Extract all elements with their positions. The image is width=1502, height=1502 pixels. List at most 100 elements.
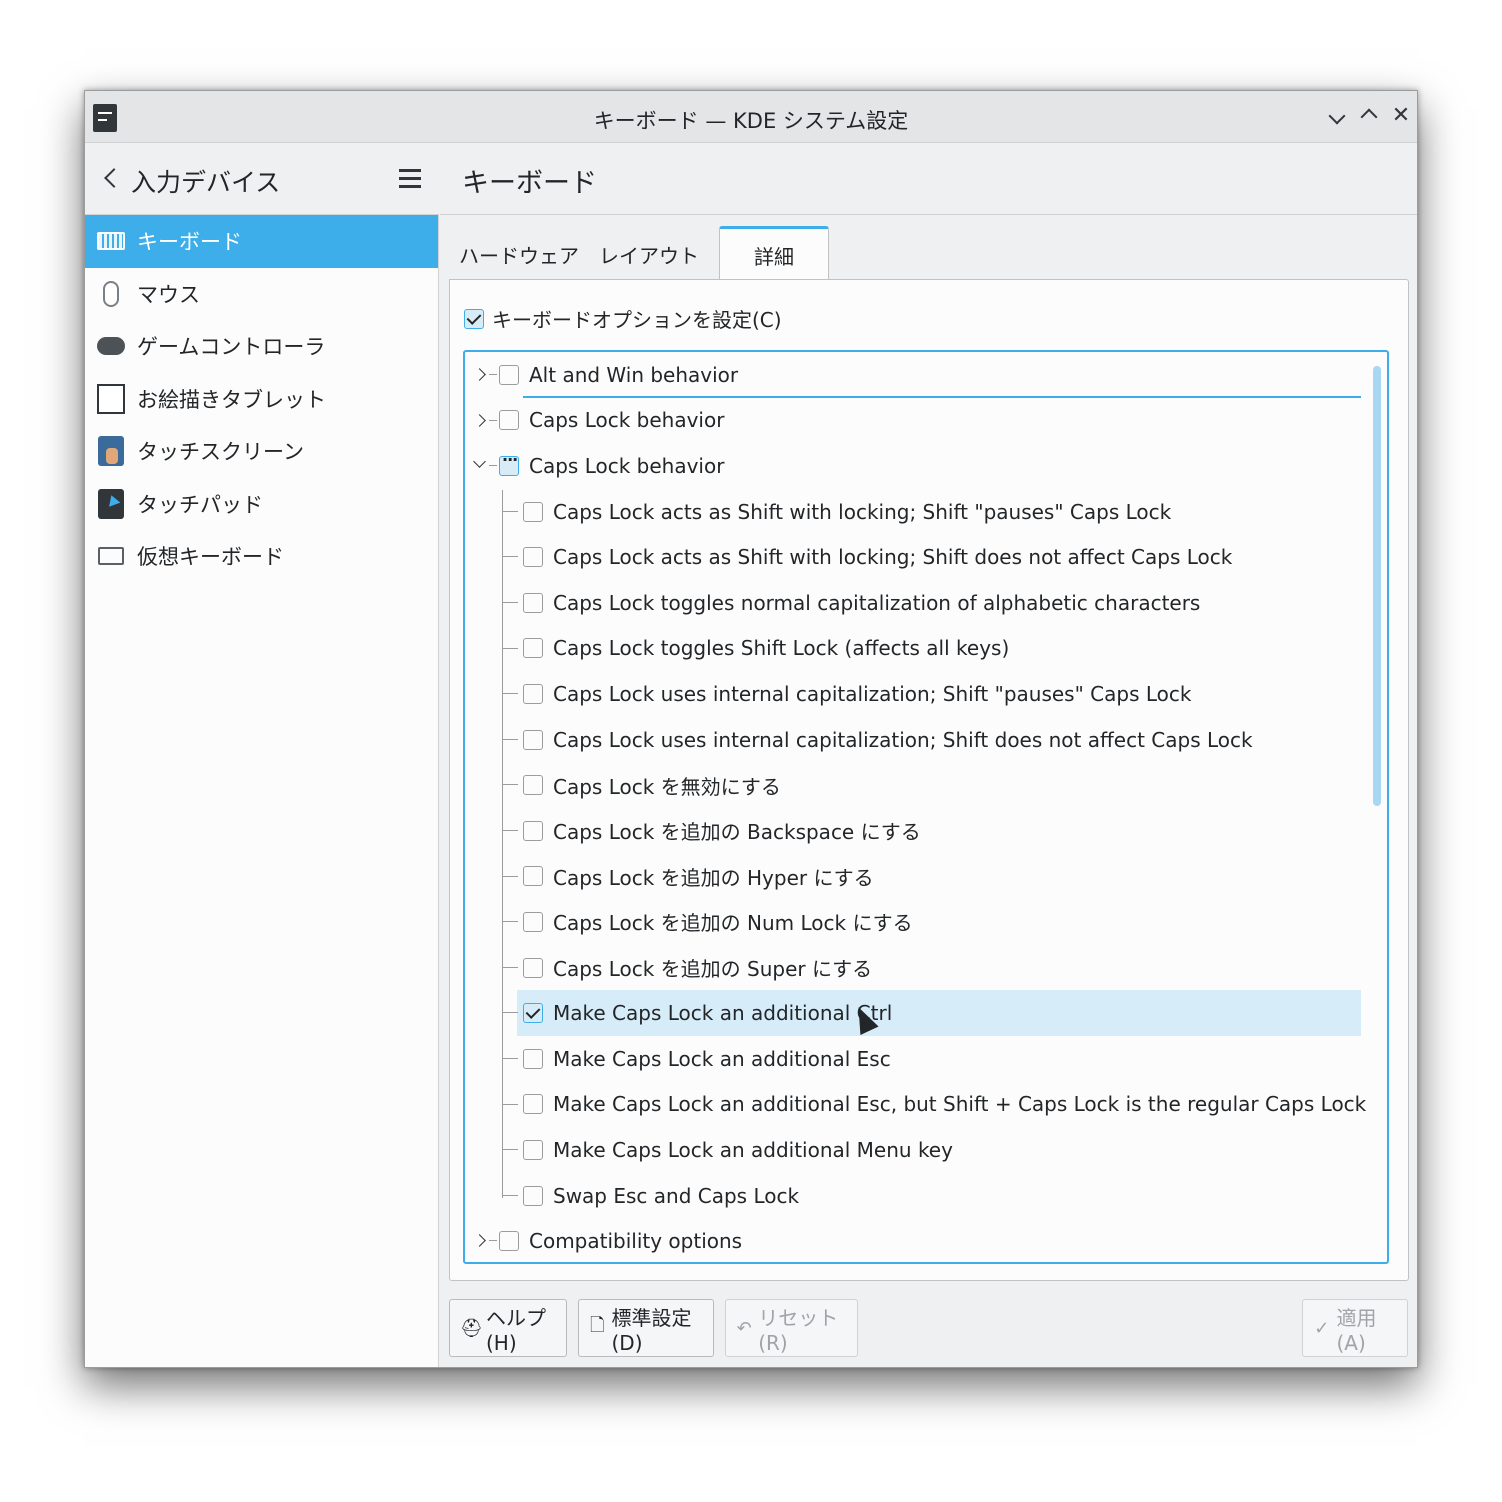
option-label: Caps Lock を追加の Hyper にする xyxy=(553,865,874,890)
expand-closed-icon[interactable] xyxy=(473,368,486,381)
tree-row[interactable]: Swap Esc and Caps Lock xyxy=(465,1173,1361,1219)
apply-button[interactable]: ✓ 適用(A) xyxy=(1302,1299,1408,1357)
tree-branch-line xyxy=(502,1149,518,1151)
tree-row[interactable]: Caps Lock を無効にする xyxy=(465,762,1361,808)
tree-branch-line xyxy=(502,1194,518,1196)
tree-row[interactable]: Make Caps Lock an additional Ctrl xyxy=(502,990,1361,1036)
tree-branch-line xyxy=(502,875,518,877)
option-checkbox[interactable] xyxy=(499,1231,519,1252)
virtual-keyboard-icon xyxy=(97,542,125,570)
hamburger-menu-icon[interactable] xyxy=(399,169,421,189)
option-checkbox[interactable] xyxy=(499,364,519,385)
expand-closed-icon[interactable] xyxy=(473,1234,486,1248)
sidebar-item-keyboard[interactable]: キーボード xyxy=(85,215,438,268)
sidebar-item-label: ゲームコントローラ xyxy=(137,335,326,360)
keyboard-options-tree[interactable]: Alt and Win behavior Caps Lock behavior Ca… xyxy=(463,350,1389,1264)
back-icon[interactable] xyxy=(104,168,124,188)
touchpad-icon xyxy=(97,488,125,519)
sidebar-item-virtual-keyboard[interactable]: 仮想キーボード xyxy=(85,530,438,583)
enable-options-row[interactable]: キーボードオプションを設定(C) xyxy=(464,304,782,333)
tree-row[interactable]: Make Caps Lock an additional Menu key xyxy=(465,1127,1361,1173)
tree-scrollbar[interactable] xyxy=(1373,366,1381,806)
close-button[interactable]: ✕ xyxy=(1387,103,1415,128)
tree-row[interactable]: Alt and Win behavior xyxy=(465,352,1361,398)
option-checkbox[interactable] xyxy=(523,820,543,841)
minimize-button[interactable] xyxy=(1323,103,1351,128)
tree-row[interactable]: Caps Lock toggles normal capitalization … xyxy=(465,580,1361,626)
option-label: Make Caps Lock an additional Menu key xyxy=(553,1137,953,1162)
tree-row[interactable]: Caps Lock を追加の Backspace にする xyxy=(465,808,1361,854)
tree-row[interactable]: Caps Lock behavior xyxy=(465,443,1361,489)
option-checkbox[interactable] xyxy=(499,450,519,476)
help-button[interactable]: ⛑ ヘルプ(H) xyxy=(449,1299,567,1357)
chevron-down-icon xyxy=(1328,107,1346,125)
option-checkbox[interactable] xyxy=(523,1185,543,1206)
option-checkbox[interactable] xyxy=(523,729,543,750)
option-checkbox[interactable] xyxy=(523,1003,543,1024)
sidebar-item-label: お絵描きタブレット xyxy=(137,387,326,412)
option-checkbox[interactable] xyxy=(523,911,543,932)
tree-row[interactable]: Make Caps Lock an additional Esc xyxy=(465,1036,1361,1082)
tree-row[interactable]: Caps Lock acts as Shift with locking; Sh… xyxy=(465,534,1361,580)
option-checkbox[interactable] xyxy=(523,1094,543,1115)
tree-branch-line xyxy=(502,1012,518,1014)
expand-open-icon[interactable] xyxy=(473,455,486,469)
tree-row[interactable]: Caps Lock を追加の Num Lock にする xyxy=(465,899,1361,945)
tree-row[interactable]: Caps Lock behavior xyxy=(465,398,1361,444)
defaults-label: 標準設定(D) xyxy=(611,1305,692,1355)
option-checkbox[interactable] xyxy=(523,1048,543,1069)
advanced-panel: キーボードオプションを設定(C) Alt and Win behavior Cap… xyxy=(449,279,1409,1281)
option-label: Caps Lock を追加の Num Lock にする xyxy=(553,911,913,936)
apply-label: 適用(A) xyxy=(1336,1305,1377,1355)
tree-branch-line xyxy=(502,830,518,831)
sidebar-title: 入力デバイス xyxy=(131,168,281,197)
tab-layout[interactable]: レイアウト xyxy=(589,226,709,280)
tree-row[interactable]: Caps Lock uses internal capitalization; … xyxy=(465,717,1361,763)
expand-closed-icon[interactable] xyxy=(473,413,486,427)
option-checkbox[interactable] xyxy=(523,775,543,796)
option-label: Caps Lock uses internal capitalization; … xyxy=(553,727,1253,752)
tab-advanced[interactable]: 詳細 xyxy=(719,226,829,280)
option-checkbox[interactable] xyxy=(523,501,543,522)
option-label: Alt and Win behavior xyxy=(529,362,739,387)
tree-branch-line xyxy=(489,419,497,421)
option-checkbox[interactable] xyxy=(523,957,543,978)
option-checkbox[interactable] xyxy=(523,638,543,659)
option-checkbox[interactable] xyxy=(523,592,543,613)
tree-row[interactable]: Caps Lock を追加の Hyper にする xyxy=(465,854,1361,900)
sidebar-item-mouse[interactable]: マウス xyxy=(85,268,438,321)
tree-row[interactable]: Compatibility options xyxy=(465,1218,1361,1262)
tree-branch-line xyxy=(502,738,518,740)
sidebar-item-drawing-tablet[interactable]: お絵描きタブレット xyxy=(85,373,438,426)
tree-row[interactable]: Make Caps Lock an additional Esc, but Sh… xyxy=(465,1082,1366,1128)
maximize-button[interactable] xyxy=(1355,103,1383,129)
option-checkbox[interactable] xyxy=(523,683,543,704)
sidebar-item-game-controller[interactable]: ゲームコントローラ xyxy=(85,320,438,373)
option-label: Make Caps Lock an additional Esc, but Sh… xyxy=(553,1092,1367,1117)
option-checkbox[interactable] xyxy=(499,410,519,431)
tree-row[interactable]: Caps Lock acts as Shift with locking; Sh… xyxy=(465,489,1361,535)
enable-options-checkbox[interactable] xyxy=(464,308,484,329)
option-checkbox[interactable] xyxy=(523,1139,543,1160)
gamepad-icon xyxy=(97,332,125,360)
reset-button[interactable]: ↶ リセット(R) xyxy=(725,1299,858,1357)
tab-bar: ハードウェア レイアウト 詳細 xyxy=(449,226,829,280)
option-label: Caps Lock behavior xyxy=(529,408,725,433)
option-checkbox[interactable] xyxy=(523,547,543,568)
option-label: Caps Lock を追加の Super にする xyxy=(553,957,873,982)
option-label: Swap Esc and Caps Lock xyxy=(553,1183,800,1208)
sidebar-item-touchpad[interactable]: タッチパッド xyxy=(85,478,438,531)
defaults-button[interactable]: 🗋 標準設定(D) xyxy=(578,1299,714,1357)
tree-row[interactable]: Caps Lock を追加の Super にする xyxy=(465,945,1361,991)
titlebar[interactable]: キーボード — KDE システム設定 ✕ xyxy=(85,91,1417,143)
checkmark-icon: ✓ xyxy=(1314,1317,1330,1339)
tree-row[interactable]: Caps Lock toggles Shift Lock (affects al… xyxy=(465,626,1361,672)
close-icon: ✕ xyxy=(1391,103,1411,128)
sidebar: キーボード マウス ゲームコントローラ お絵描きタブレット タッチスクリーン タ… xyxy=(85,215,439,1367)
option-label: Caps Lock acts as Shift with locking; Sh… xyxy=(553,545,1233,570)
tab-hardware[interactable]: ハードウェア xyxy=(449,226,589,280)
option-label: Caps Lock を無効にする xyxy=(553,774,781,799)
sidebar-item-touchscreen[interactable]: タッチスクリーン xyxy=(85,425,438,478)
tree-row[interactable]: Caps Lock uses internal capitalization; … xyxy=(465,671,1361,717)
option-checkbox[interactable] xyxy=(523,866,543,887)
